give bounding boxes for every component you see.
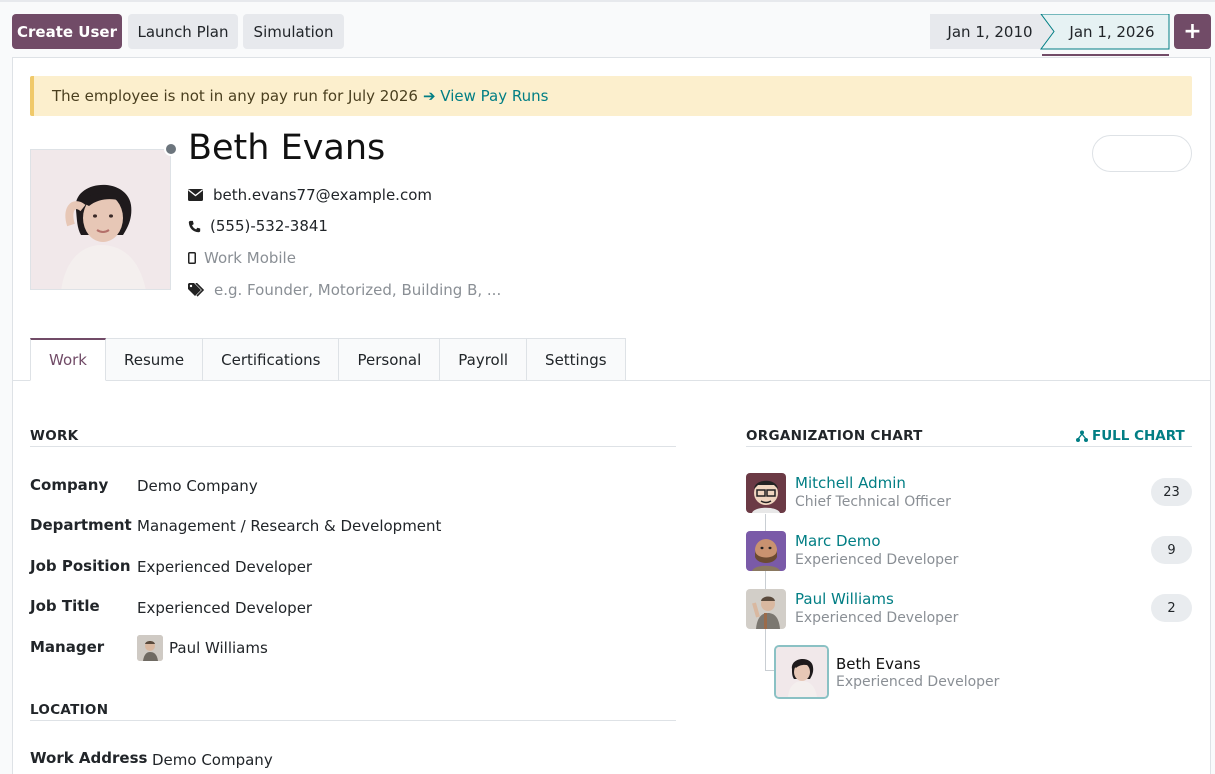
mobile-icon [188, 252, 204, 264]
location-section-divider [30, 720, 676, 721]
company-label: Company [30, 476, 109, 494]
org-manager-job: Chief Technical Officer [795, 494, 951, 510]
work-address-label: Work Address [30, 749, 148, 767]
payrun-alert: The employee is not in any pay run for J… [30, 76, 1192, 116]
full-chart-link[interactable]: FULL CHART [1076, 428, 1185, 444]
notebook-tabs: Work Resume Certifications Personal Payr… [30, 338, 626, 381]
work-address-value[interactable]: Demo Company [152, 751, 273, 769]
employee-photo[interactable] [30, 149, 171, 290]
smart-button-placeholder[interactable] [1092, 135, 1192, 172]
paul-avatar [746, 589, 786, 629]
date-to-step[interactable]: Jan 1, 2026 [1054, 14, 1170, 49]
subordinate-count-badge[interactable]: 23 [1151, 478, 1192, 506]
manager-value[interactable]: Paul Williams [137, 635, 268, 661]
view-pay-runs-link[interactable]: ➔ View Pay Runs [423, 87, 549, 105]
work-mobile-field[interactable]: Work Mobile [188, 249, 296, 267]
hierarchy-icon [1076, 430, 1088, 442]
tags-field[interactable]: e.g. Founder, Motorized, Building B, ... [188, 281, 501, 299]
org-manager-name[interactable]: Mitchell Admin [795, 474, 906, 492]
tags-icon [188, 283, 214, 297]
org-manager-name[interactable]: Marc Demo [795, 532, 881, 550]
control-panel: Create User Launch Plan Simulation Jan 1… [0, 0, 1215, 58]
work-mobile-input[interactable]: Work Mobile [204, 249, 296, 267]
current-employee-job: Experienced Developer [836, 674, 1000, 690]
org-chart-divider [746, 446, 1192, 447]
org-manager-job: Experienced Developer [795, 610, 959, 626]
alert-text: The employee is not in any pay run for J… [52, 87, 418, 105]
org-chart-title: ORGANIZATION CHART [746, 428, 923, 444]
org-manager-item[interactable]: Paul Williams Experienced Developer 2 [746, 589, 1192, 631]
employee-name[interactable]: Beth Evans [188, 128, 385, 168]
phone-field[interactable]: (555)-532-3841 [188, 217, 328, 235]
plus-icon: + [1183, 19, 1202, 44]
manager-label: Manager [30, 638, 105, 656]
job-position-value[interactable]: Experienced Developer [137, 558, 312, 576]
job-title-label: Job Title [30, 597, 100, 615]
mitchell-avatar [746, 473, 786, 513]
work-section-divider [30, 446, 676, 447]
location-section-title: LOCATION [30, 702, 109, 718]
job-title-value[interactable]: Experienced Developer [137, 599, 312, 617]
tab-resume[interactable]: Resume [105, 338, 204, 381]
manager-name: Paul Williams [169, 639, 268, 657]
department-value[interactable]: Management / Research & Development [137, 517, 441, 535]
job-position-label: Job Position [30, 557, 131, 575]
subordinate-count-badge[interactable]: 2 [1151, 594, 1192, 622]
email-value: beth.evans77@example.com [213, 186, 432, 204]
current-employee-avatar [774, 645, 829, 699]
launch-plan-button[interactable]: Launch Plan [128, 14, 238, 49]
tab-personal[interactable]: Personal [339, 338, 441, 381]
subordinate-count-badge[interactable]: 9 [1151, 536, 1192, 564]
department-label: Department [30, 516, 132, 534]
date-from-step[interactable]: Jan 1, 2010 [930, 14, 1050, 49]
tab-certifications[interactable]: Certifications [203, 338, 340, 381]
tags-input[interactable]: e.g. Founder, Motorized, Building B, ... [214, 281, 501, 299]
org-manager-job: Experienced Developer [795, 552, 959, 568]
org-manager-item[interactable]: Marc Demo Experienced Developer 9 [746, 531, 1192, 573]
work-section-title: WORK [30, 428, 79, 444]
manager-avatar [137, 635, 163, 661]
email-field[interactable]: beth.evans77@example.com [188, 186, 432, 204]
org-manager-item[interactable]: Mitchell Admin Chief Technical Officer 2… [746, 473, 1192, 515]
full-chart-label: FULL CHART [1092, 428, 1185, 444]
phone-value: (555)-532-3841 [210, 217, 328, 235]
create-user-button[interactable]: Create User [12, 14, 122, 49]
tab-payroll[interactable]: Payroll [440, 338, 528, 381]
marc-avatar [746, 531, 786, 571]
tab-work[interactable]: Work [30, 338, 106, 381]
add-button[interactable]: + [1174, 14, 1211, 49]
presence-status-icon [164, 142, 178, 156]
company-value[interactable]: Demo Company [137, 477, 258, 495]
org-manager-name[interactable]: Paul Williams [795, 590, 894, 608]
envelope-icon [188, 189, 210, 201]
tab-settings[interactable]: Settings [527, 338, 626, 381]
simulation-button[interactable]: Simulation [243, 14, 344, 49]
phone-icon [188, 220, 210, 233]
current-employee-name: Beth Evans [836, 655, 921, 673]
